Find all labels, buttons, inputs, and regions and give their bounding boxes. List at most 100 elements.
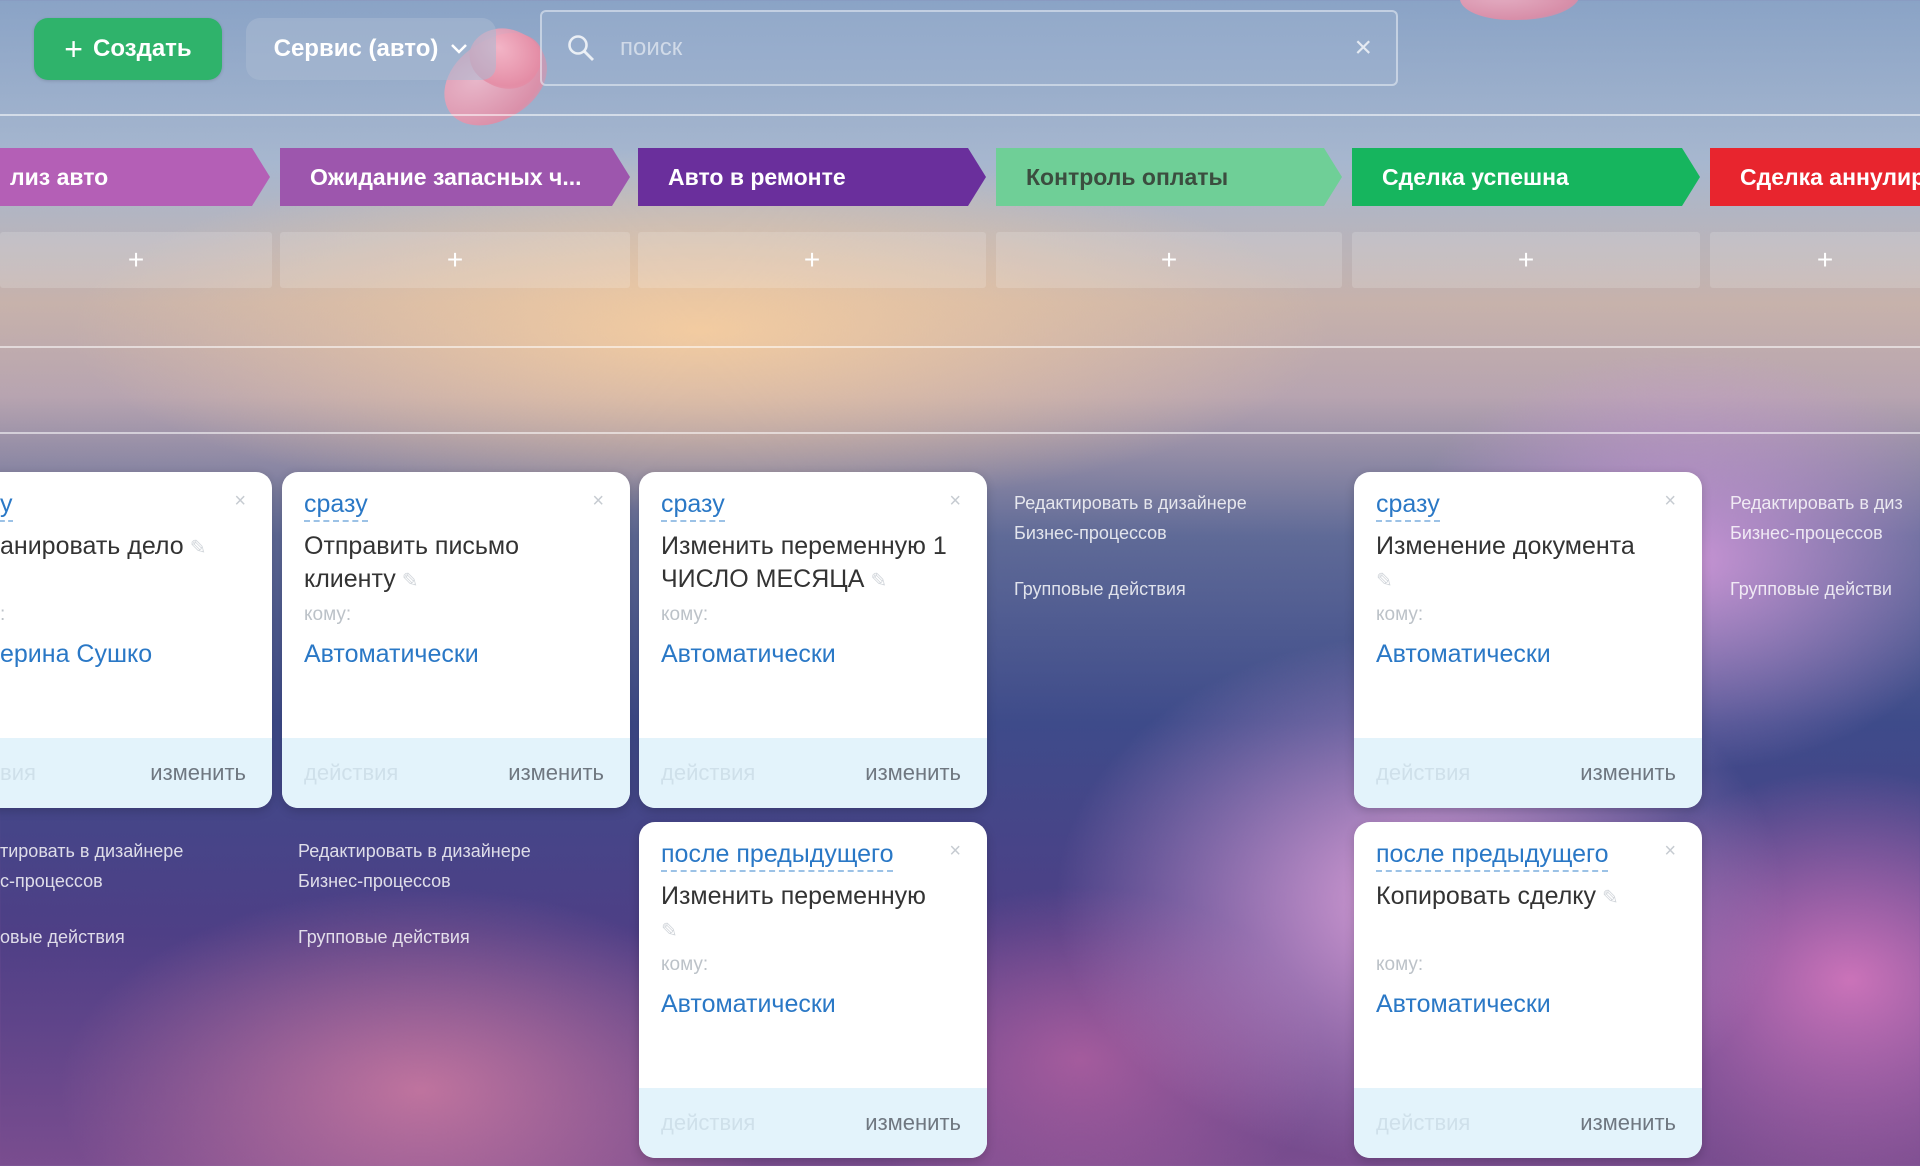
service-selector[interactable]: Сервис (авто) bbox=[246, 18, 496, 80]
card-edit-link[interactable]: изменить bbox=[508, 760, 604, 786]
stage-label: Сделка успешна bbox=[1382, 163, 1569, 190]
card-timing-link[interactable]: сразу bbox=[661, 490, 725, 522]
create-button-label: Создать bbox=[92, 35, 192, 62]
group-actions-link[interactable]: овые действия bbox=[0, 922, 183, 952]
card-recipient-value[interactable]: Автоматически bbox=[661, 640, 836, 669]
close-icon[interactable]: × bbox=[592, 490, 604, 513]
plus-icon: + bbox=[127, 244, 145, 275]
stage-header[interactable]: лиз авто bbox=[0, 148, 270, 206]
card-actions-link[interactable]: вия bbox=[0, 760, 36, 786]
card-edit-link[interactable]: изменить bbox=[150, 760, 246, 786]
card-title: Копировать сделку ✎ bbox=[1376, 880, 1686, 915]
chevron-down-icon bbox=[451, 44, 468, 54]
card-footer: действия изменить bbox=[639, 738, 987, 808]
plus-icon: + bbox=[64, 31, 83, 67]
card-recipient-label: кому: bbox=[304, 604, 352, 625]
divider bbox=[0, 432, 1920, 434]
add-automation-button[interactable]: + bbox=[0, 232, 272, 288]
column-links: Редактировать в дизайнере Бизнес-процесс… bbox=[1014, 488, 1247, 604]
group-actions-link[interactable]: Групповые действия bbox=[1014, 574, 1247, 604]
card-recipient-value[interactable]: Автоматически bbox=[1376, 640, 1551, 669]
card-recipient-value[interactable]: ерина Сушко bbox=[0, 640, 152, 669]
stage-header[interactable]: Сделка успешна bbox=[1352, 148, 1700, 206]
clear-search-icon[interactable]: × bbox=[1354, 33, 1372, 63]
column-links: тировать в дизайнере с-процессов овые де… bbox=[0, 836, 183, 952]
pencil-icon[interactable]: ✎ bbox=[661, 915, 678, 948]
card-recipient-value[interactable]: Автоматически bbox=[661, 990, 836, 1019]
plus-icon: + bbox=[1160, 244, 1178, 275]
pencil-icon[interactable]: ✎ bbox=[1376, 565, 1393, 598]
close-icon[interactable]: × bbox=[1664, 490, 1676, 513]
card-timing-link[interactable]: у bbox=[0, 490, 13, 522]
close-icon[interactable]: × bbox=[234, 490, 246, 513]
add-automation-button[interactable]: + bbox=[280, 232, 630, 288]
card-edit-link[interactable]: изменить bbox=[1580, 1110, 1676, 1136]
pencil-icon[interactable]: ✎ bbox=[402, 565, 419, 598]
edit-designer-link[interactable]: Редактировать в диз bbox=[1730, 488, 1903, 518]
automation-card: после предыдущего × Копировать сделку ✎ к… bbox=[1354, 822, 1702, 1158]
card-footer: действия изменить bbox=[1354, 1088, 1702, 1158]
add-automation-button[interactable]: + bbox=[638, 232, 986, 288]
card-actions-link[interactable]: действия bbox=[661, 1110, 755, 1136]
column-links: Редактировать в диз Бизнес-процессов Гру… bbox=[1730, 488, 1903, 604]
card-recipient-label: : bbox=[0, 604, 6, 625]
card-actions-link[interactable]: действия bbox=[661, 760, 755, 786]
edit-designer-link-line2[interactable]: Бизнес-процессов bbox=[298, 866, 531, 896]
card-footer: вия изменить bbox=[0, 738, 272, 808]
pencil-icon[interactable]: ✎ bbox=[1602, 882, 1619, 915]
close-icon[interactable]: × bbox=[1664, 840, 1676, 863]
close-icon[interactable]: × bbox=[949, 840, 961, 863]
search-input[interactable] bbox=[620, 12, 1355, 84]
plus-icon: + bbox=[1816, 244, 1834, 275]
plus-icon: + bbox=[1517, 244, 1535, 275]
card-timing-link[interactable]: сразу bbox=[1376, 490, 1440, 522]
card-title: анировать дело ✎ bbox=[0, 530, 272, 565]
edit-designer-link-line2[interactable]: Бизнес-процессов bbox=[1730, 518, 1903, 548]
close-icon[interactable]: × bbox=[949, 490, 961, 513]
stage-header[interactable]: Ожидание запасных ч... bbox=[280, 148, 630, 206]
card-actions-link[interactable]: действия bbox=[1376, 760, 1470, 786]
card-recipient-label: кому: bbox=[661, 604, 709, 625]
card-title: Изменить переменную 1 ЧИСЛО МЕСЯЦА ✎ bbox=[661, 530, 971, 598]
card-actions-link[interactable]: действия bbox=[304, 760, 398, 786]
stage-header[interactable]: Авто в ремонте bbox=[638, 148, 986, 206]
stage-header[interactable]: Сделка аннулир bbox=[1710, 148, 1920, 206]
automation-card: сразу × Изменение документа ✎ кому: Автом… bbox=[1354, 472, 1702, 808]
pencil-icon[interactable]: ✎ bbox=[870, 565, 887, 598]
add-automation-button[interactable]: + bbox=[1352, 232, 1700, 288]
card-title: Изменить переменную ✎ bbox=[661, 880, 971, 948]
edit-designer-link-line2[interactable]: с-процессов bbox=[0, 866, 183, 896]
edit-designer-link[interactable]: тировать в дизайнере bbox=[0, 836, 183, 866]
create-button[interactable]: + Создать bbox=[34, 18, 222, 80]
stage-label: Авто в ремонте bbox=[668, 163, 846, 190]
edit-designer-link-line2[interactable]: Бизнес-процессов bbox=[1014, 518, 1247, 548]
automation-card: у × анировать дело ✎ : ерина Сушко вия из… bbox=[0, 472, 272, 808]
card-recipient-label: кому: bbox=[1376, 954, 1424, 975]
card-footer: действия изменить bbox=[639, 1088, 987, 1158]
card-edit-link[interactable]: изменить bbox=[865, 1110, 961, 1136]
card-edit-link[interactable]: изменить bbox=[865, 760, 961, 786]
card-actions-link[interactable]: действия bbox=[1376, 1110, 1470, 1136]
add-automation-button[interactable]: + bbox=[996, 232, 1342, 288]
card-footer: действия изменить bbox=[1354, 738, 1702, 808]
card-recipient-value[interactable]: Автоматически bbox=[1376, 990, 1551, 1019]
divider bbox=[0, 346, 1920, 348]
card-title: Изменение документа ✎ bbox=[1376, 530, 1686, 598]
toolbar: + Создать Сервис (авто) × bbox=[0, 0, 1920, 110]
group-actions-link[interactable]: Групповые действия bbox=[298, 922, 531, 952]
card-edit-link[interactable]: изменить bbox=[1580, 760, 1676, 786]
card-recipient-label: кому: bbox=[1376, 604, 1424, 625]
edit-designer-link[interactable]: Редактировать в дизайнере bbox=[298, 836, 531, 866]
group-actions-link[interactable]: Групповые действи bbox=[1730, 574, 1903, 604]
stage-label: Сделка аннулир bbox=[1740, 163, 1920, 190]
stage-header[interactable]: Контроль оплаты bbox=[996, 148, 1342, 206]
card-title: Отправить письмо клиенту ✎ bbox=[304, 530, 614, 598]
card-timing-link[interactable]: сразу bbox=[304, 490, 368, 522]
edit-designer-link[interactable]: Редактировать в дизайнере bbox=[1014, 488, 1247, 518]
card-timing-link[interactable]: после предыдущего bbox=[1376, 840, 1609, 872]
search-box: × bbox=[540, 10, 1398, 86]
add-automation-button[interactable]: + bbox=[1710, 232, 1920, 288]
card-timing-link[interactable]: после предыдущего bbox=[661, 840, 894, 872]
card-recipient-value[interactable]: Автоматически bbox=[304, 640, 479, 669]
pencil-icon[interactable]: ✎ bbox=[190, 532, 207, 565]
